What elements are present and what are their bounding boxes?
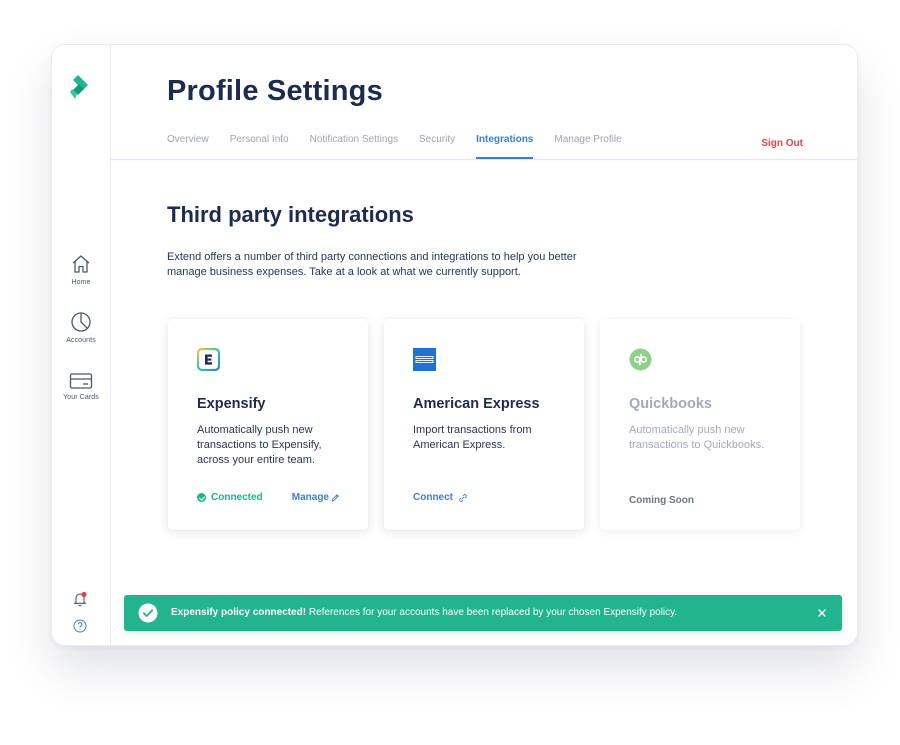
- tab-integrations[interactable]: Integrations: [476, 127, 534, 159]
- coming-soon-label: Coming Soon: [629, 495, 694, 506]
- sidebar-item-accounts[interactable]: Accounts: [52, 311, 110, 344]
- integration-name: American Express: [413, 396, 540, 412]
- sign-out-link[interactable]: Sign Out: [761, 138, 803, 149]
- credit-card-icon: [69, 373, 93, 389]
- section-title: Third party integrations: [167, 202, 414, 227]
- success-toast: Expensify policy connected! References f…: [124, 595, 842, 631]
- integration-card-quickbooks: Quickbooks Automatically push new transa…: [600, 319, 800, 530]
- section-description: Extend offers a number of third party co…: [167, 251, 577, 278]
- integration-footer: Connected Manage: [197, 492, 340, 506]
- toast-message: Expensify policy connected! References f…: [171, 607, 677, 618]
- link-icon: [459, 493, 467, 502]
- toast-body: References for your accounts have been r…: [308, 607, 678, 618]
- integration-description: Import transactions from American Expres…: [413, 424, 532, 451]
- integration-footer: Connect: [413, 492, 556, 506]
- main-content: Profile Settings Overview Personal Info …: [111, 45, 857, 645]
- close-icon[interactable]: [815, 606, 829, 620]
- sidebar: Home Accounts Your Cards: [52, 45, 111, 645]
- check-circle-icon: [138, 603, 158, 623]
- tab-overview[interactable]: Overview: [167, 127, 209, 159]
- manage-button[interactable]: Manage: [292, 492, 340, 503]
- integration-name: Quickbooks: [629, 396, 712, 412]
- home-icon: [72, 255, 90, 273]
- app-window: Home Accounts Your Cards Profile Setting…: [51, 44, 858, 646]
- connected-status: Connected: [197, 492, 263, 503]
- connect-label: Connect: [413, 492, 453, 503]
- sidebar-item-label: Accounts: [66, 337, 96, 344]
- tab-security[interactable]: Security: [419, 127, 455, 159]
- integration-description: Automatically push new transactions to Q…: [629, 424, 765, 451]
- sidebar-item-label: Home: [71, 279, 91, 286]
- toast-title: Expensify policy connected!: [171, 607, 307, 618]
- settings-tabs: Overview Personal Info Notification Sett…: [167, 127, 643, 160]
- pie-chart-icon: [71, 312, 91, 332]
- expensify-logo-icon: [197, 348, 220, 371]
- amex-logo-icon: [413, 348, 436, 371]
- tab-personal-info[interactable]: Personal Info: [230, 127, 289, 159]
- sidebar-item-home[interactable]: Home: [52, 253, 110, 286]
- extend-logo-icon[interactable]: [69, 73, 93, 101]
- bell-icon[interactable]: [72, 591, 88, 607]
- integration-description: Automatically push new transactions to E…: [197, 424, 322, 466]
- manage-label: Manage: [291, 492, 329, 503]
- tab-manage-profile[interactable]: Manage Profile: [554, 127, 621, 159]
- page-title: Profile Settings: [167, 75, 383, 107]
- status-label: Connected: [211, 492, 263, 503]
- integration-name: Expensify: [197, 396, 266, 412]
- integration-card-american-express: American Express Import transactions fro…: [384, 319, 584, 530]
- header-divider: [111, 159, 857, 160]
- sidebar-item-label: Your Cards: [63, 394, 99, 401]
- sidebar-item-your-cards[interactable]: Your Cards: [52, 372, 110, 401]
- quickbooks-logo-icon: [629, 348, 652, 371]
- connect-button[interactable]: Connect: [413, 492, 468, 503]
- check-circle-icon: [197, 493, 206, 502]
- tab-notification-settings[interactable]: Notification Settings: [310, 127, 398, 159]
- integration-card-expensify: Expensify Automatically push new transac…: [168, 319, 368, 530]
- integration-footer: Coming Soon: [629, 492, 772, 506]
- pencil-icon: [331, 493, 339, 502]
- help-icon[interactable]: [73, 619, 87, 633]
